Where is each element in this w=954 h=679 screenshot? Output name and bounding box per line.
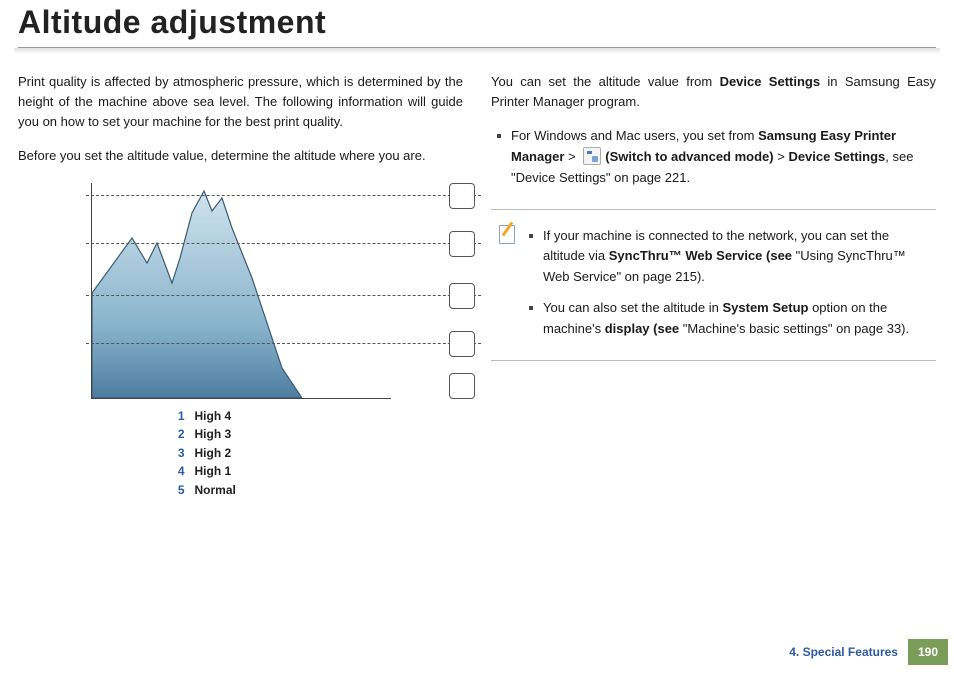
left-column: Print quality is affected by atmospheric… bbox=[18, 72, 463, 510]
bullet-icon bbox=[529, 234, 533, 238]
text: For Windows and Mac users, you set from bbox=[511, 128, 758, 143]
level-box-4 bbox=[449, 331, 475, 357]
text: "Machine's basic settings" on page 33). bbox=[683, 321, 909, 336]
bullet-text: For Windows and Mac users, you set from … bbox=[511, 126, 936, 188]
legend-label: High 2 bbox=[195, 444, 232, 463]
page-title: Altitude adjustment bbox=[18, 4, 936, 48]
legend-label: High 1 bbox=[195, 462, 232, 481]
footer-chapter: 4. Special Features bbox=[779, 639, 908, 665]
legend-row: 2 High 3 bbox=[171, 425, 311, 444]
intro-paragraph-1: Print quality is affected by atmospheric… bbox=[18, 72, 463, 132]
bullet-icon bbox=[497, 134, 501, 138]
text-bold: Device Settings bbox=[720, 74, 821, 89]
legend-number: 3 bbox=[171, 444, 185, 463]
level-box-1 bbox=[449, 183, 475, 209]
note-item: You can also set the altitude in System … bbox=[529, 298, 930, 340]
legend-number: 4 bbox=[171, 462, 185, 481]
intro-paragraph-2: Before you set the altitude value, deter… bbox=[18, 146, 463, 166]
legend-label: Normal bbox=[195, 481, 236, 500]
level-line-1 bbox=[86, 195, 481, 196]
note-icon bbox=[497, 222, 519, 244]
text: You can also set the altitude in bbox=[543, 300, 722, 315]
note-text: You can also set the altitude in System … bbox=[543, 298, 930, 340]
note-item: If your machine is connected to the netw… bbox=[529, 226, 930, 288]
level-line-2 bbox=[86, 243, 481, 244]
diagram-frame bbox=[91, 183, 391, 399]
note-text: If your machine is connected to the netw… bbox=[543, 226, 930, 288]
bullet-item: For Windows and Mac users, you set from … bbox=[497, 126, 936, 188]
app-mode-icon bbox=[583, 147, 601, 165]
title-divider-shadow bbox=[14, 48, 940, 54]
legend-number: 2 bbox=[171, 425, 185, 444]
note-list: If your machine is connected to the netw… bbox=[529, 220, 936, 350]
level-box-5 bbox=[449, 373, 475, 399]
legend-row: 1 High 4 bbox=[171, 407, 311, 426]
text-bold: System Setup bbox=[722, 300, 808, 315]
legend-row: 5 Normal bbox=[171, 481, 311, 500]
text-bold: Device Settings bbox=[788, 149, 885, 164]
level-line-3 bbox=[86, 295, 481, 296]
legend-label: High 3 bbox=[195, 425, 232, 444]
altitude-diagram: 1 High 4 2 High 3 3 High 2 4 High 1 5 bbox=[91, 183, 391, 500]
text: > bbox=[564, 149, 579, 164]
mountain-icon bbox=[92, 183, 302, 398]
legend-number: 1 bbox=[171, 407, 185, 426]
level-line-4 bbox=[86, 343, 481, 344]
legend-number: 5 bbox=[171, 481, 185, 500]
right-intro: You can set the altitude value from Devi… bbox=[491, 72, 936, 112]
diagram-legend: 1 High 4 2 High 3 3 High 2 4 High 1 5 bbox=[171, 407, 311, 500]
right-column: You can set the altitude value from Devi… bbox=[491, 72, 936, 510]
bullet-icon bbox=[529, 306, 533, 310]
text-bold: display (see bbox=[605, 321, 683, 336]
text-bold: SyncThru™ Web Service (see bbox=[609, 248, 796, 263]
page-footer: 4. Special Features 190 bbox=[779, 639, 948, 665]
footer-page-number: 190 bbox=[908, 639, 948, 665]
note-box: If your machine is connected to the netw… bbox=[491, 209, 936, 361]
legend-row: 3 High 2 bbox=[171, 444, 311, 463]
legend-row: 4 High 1 bbox=[171, 462, 311, 481]
text: > bbox=[774, 149, 789, 164]
text: You can set the altitude value from bbox=[491, 74, 720, 89]
level-box-2 bbox=[449, 231, 475, 257]
text-bold: (Switch to advanced mode) bbox=[605, 149, 773, 164]
legend-label: High 4 bbox=[195, 407, 232, 426]
level-box-3 bbox=[449, 283, 475, 309]
